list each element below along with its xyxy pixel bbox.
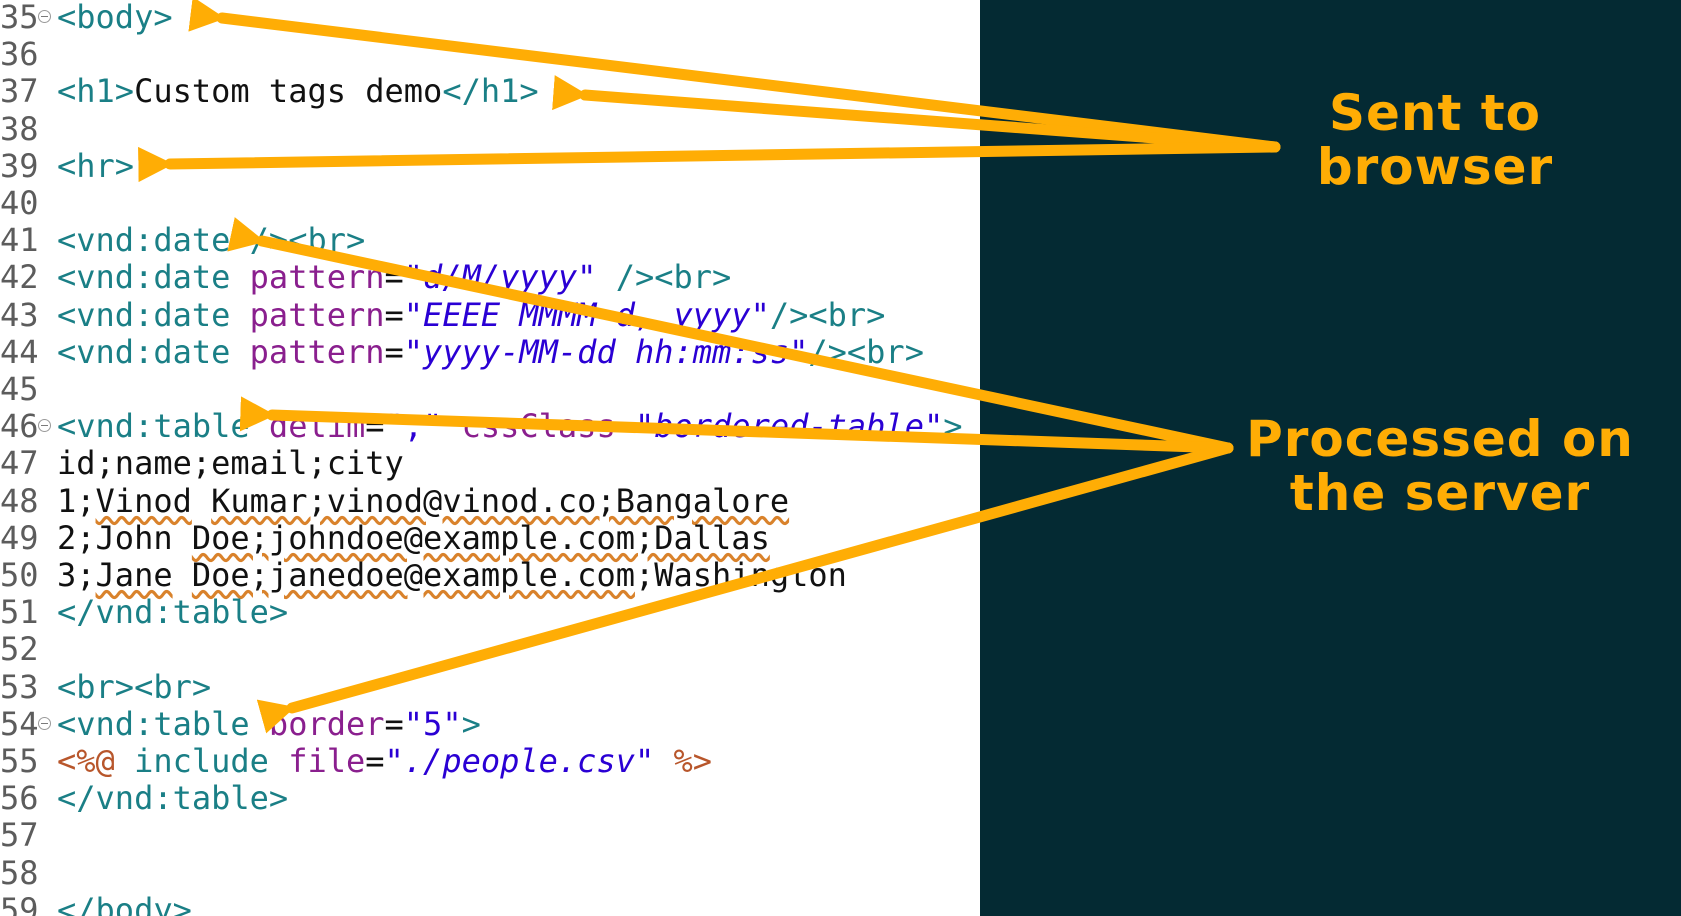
arrow-to-body-tag: [188, 0, 1281, 153]
arrow-to-second-vnd-table-tag: [256, 442, 1234, 734]
processed-on-server-label: Processed on the server: [1246, 410, 1634, 522]
arrow-to-hr-tag: [138, 141, 1281, 183]
sent-to-browser-label: Sent to browser: [1316, 84, 1554, 196]
